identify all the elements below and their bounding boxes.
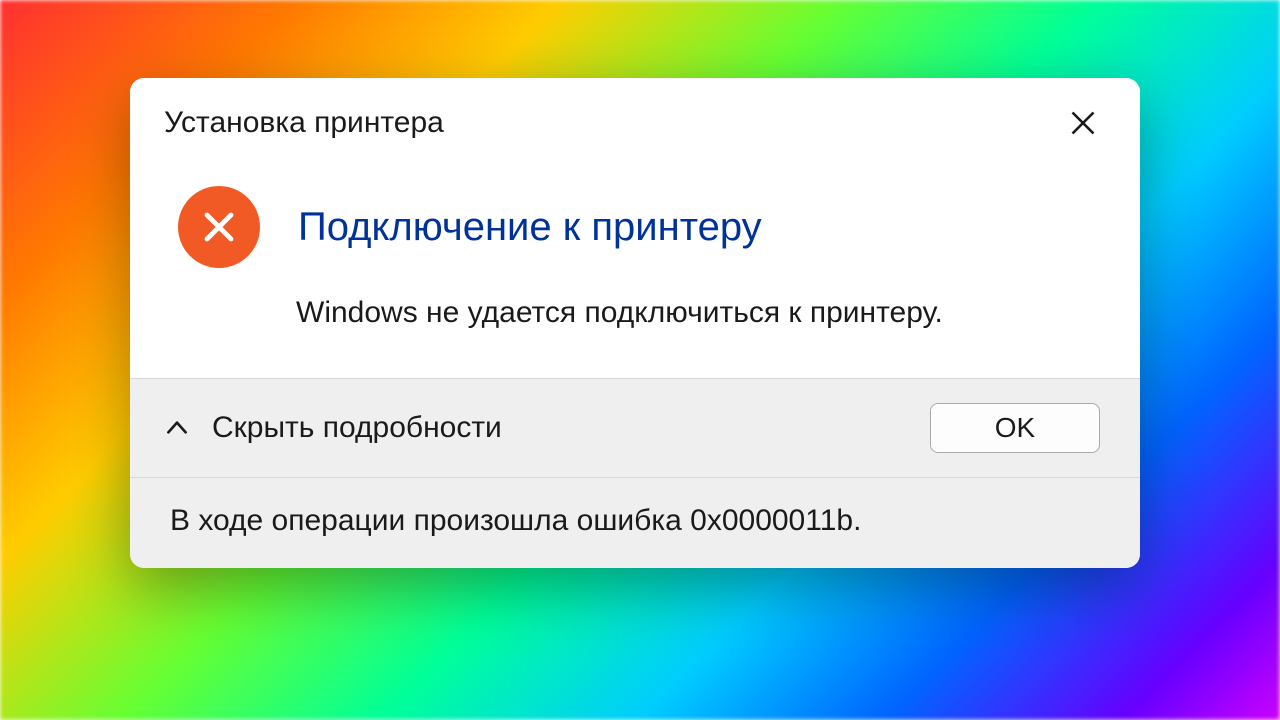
details-toggle[interactable]: Скрыть подробности <box>164 411 502 445</box>
error-dialog: Установка принтера Подключение к принтер… <box>130 78 1140 568</box>
details-panel: В ходе операции произошла ошибка 0x00000… <box>130 477 1140 568</box>
dialog-heading: Подключение к принтеру <box>298 205 762 250</box>
details-text: В ходе операции произошла ошибка 0x00000… <box>170 504 861 537</box>
dialog-content: Подключение к принтеру Windows не удаетс… <box>130 156 1140 378</box>
close-button[interactable] <box>1060 100 1106 146</box>
dialog-header-row: Подключение к принтеру <box>178 186 1100 268</box>
dialog-message: Windows не удается подключиться к принте… <box>296 296 1100 330</box>
close-icon <box>1069 109 1097 137</box>
dialog-action-bar: Скрыть подробности OK <box>130 378 1140 477</box>
chevron-up-icon <box>164 415 190 441</box>
ok-button[interactable]: OK <box>930 403 1100 453</box>
error-icon <box>178 186 260 268</box>
dialog-titlebar: Установка принтера <box>130 78 1140 156</box>
details-toggle-label: Скрыть подробности <box>212 411 502 445</box>
dialog-title: Установка принтера <box>164 106 444 140</box>
